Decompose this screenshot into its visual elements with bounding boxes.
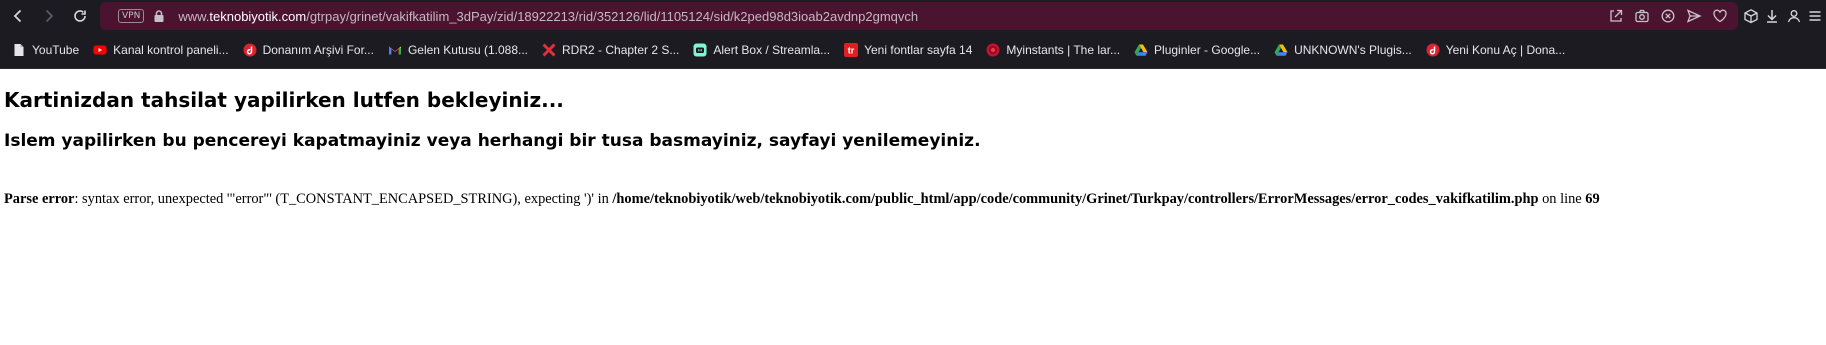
user-icon[interactable] bbox=[1786, 8, 1802, 24]
bookmark-unknown-plugis[interactable]: UNKNOWN's Plugis... bbox=[1268, 37, 1418, 63]
bookmark-gelen-kutusu[interactable]: Gelen Kutusu (1.088... bbox=[382, 37, 534, 63]
warning-heading: Islem yapilirken bu pencereyi kapatmayin… bbox=[4, 131, 981, 151]
rdr2-icon bbox=[542, 42, 556, 57]
bookmark-label: Alert Box / Streamla... bbox=[713, 42, 831, 57]
page-content: Kartinizdan tahsilat yapilirken lutfen b… bbox=[0, 70, 1826, 345]
bookmark-label: Yeni fontlar sayfa 14 bbox=[864, 42, 973, 57]
google-drive-icon bbox=[1134, 43, 1148, 57]
share-icon[interactable] bbox=[1608, 8, 1624, 24]
donanim-arsivi-icon bbox=[243, 43, 257, 57]
file-icon bbox=[12, 43, 26, 57]
toolbar-right bbox=[1740, 0, 1826, 31]
svg-text:tr: tr bbox=[848, 45, 855, 55]
bookmark-label: Gelen Kutusu (1.088... bbox=[407, 42, 529, 57]
bookmark-rdr2[interactable]: RDR2 - Chapter 2 S... bbox=[536, 37, 685, 63]
bookmark-label: Donanım Arşivi For... bbox=[262, 42, 374, 57]
error-message: : syntax error, unexpected '"error"' (T_… bbox=[74, 191, 613, 207]
bookmark-youtube[interactable]: YouTube bbox=[6, 37, 85, 63]
youtube-icon bbox=[93, 43, 107, 57]
wait-heading: Kartinizdan tahsilat yapilirken lutfen b… bbox=[4, 88, 564, 112]
bookmark-label: Myinstants | The lar... bbox=[1006, 42, 1121, 57]
bookmark-label: RDR2 - Chapter 2 S... bbox=[562, 42, 680, 57]
download-icon[interactable] bbox=[1764, 8, 1780, 24]
php-parse-error: Parse error: syntax error, unexpected '"… bbox=[4, 191, 1600, 208]
forward-icon[interactable] bbox=[35, 2, 63, 30]
bookmark-pluginler[interactable]: Pluginler - Google... bbox=[1128, 37, 1266, 63]
google-drive-icon bbox=[1274, 43, 1288, 57]
gmail-icon bbox=[388, 43, 402, 57]
url-prefix: www. bbox=[178, 8, 210, 24]
url-path: /gtrpay/grinet/vakifkatilim_3dPay/zid/18… bbox=[306, 8, 919, 24]
url-actions bbox=[1608, 2, 1728, 30]
error-label: Parse error bbox=[4, 191, 75, 207]
bookmarks-bar: YouTube Kanal kontrol paneli... Donanım … bbox=[0, 31, 1826, 69]
bookmark-donanim-arsivi[interactable]: Donanım Arşivi For... bbox=[237, 37, 380, 63]
bookmark-myinstants[interactable]: Myinstants | The lar... bbox=[980, 37, 1126, 63]
camera-icon[interactable] bbox=[1634, 8, 1650, 24]
close-circle-icon[interactable] bbox=[1660, 8, 1676, 24]
address-bar[interactable]: VPN www.teknobiyotik.com/gtrpay/grinet/v… bbox=[100, 2, 1738, 30]
bookmark-label: YouTube bbox=[32, 42, 80, 57]
back-icon[interactable] bbox=[4, 2, 32, 30]
bookmark-yeni-konu[interactable]: Yeni Konu Aç | Dona... bbox=[1420, 37, 1571, 63]
url-text[interactable]: www.teknobiyotik.com/gtrpay/grinet/vakif… bbox=[178, 9, 918, 24]
myinstants-icon bbox=[986, 43, 1000, 57]
error-file-path: /home/teknobiyotik/web/teknobiyotik.com/… bbox=[612, 191, 1539, 207]
streamlabs-icon bbox=[693, 43, 707, 57]
error-line-number: 69 bbox=[1585, 191, 1600, 207]
error-line-text: on line bbox=[1538, 191, 1586, 207]
browser-toolbar: VPN www.teknobiyotik.com/gtrpay/grinet/v… bbox=[0, 0, 1826, 31]
bookmark-label: Kanal kontrol paneli... bbox=[113, 42, 229, 57]
send-icon[interactable] bbox=[1686, 8, 1702, 24]
bookmark-alert-box[interactable]: Alert Box / Streamla... bbox=[687, 37, 836, 63]
bookmark-kanal-kontrol[interactable]: Kanal kontrol paneli... bbox=[87, 37, 234, 63]
lock-icon[interactable] bbox=[152, 9, 166, 23]
url-domain: teknobiyotik.com bbox=[209, 8, 307, 24]
box-icon[interactable] bbox=[1743, 8, 1759, 24]
reload-icon[interactable] bbox=[66, 2, 94, 30]
bookmark-label: UNKNOWN's Plugis... bbox=[1294, 42, 1412, 57]
donanim-arsivi-icon bbox=[1426, 43, 1440, 57]
bookmark-label: Yeni Konu Aç | Dona... bbox=[1445, 42, 1566, 57]
bookmark-label: Pluginler - Google... bbox=[1154, 42, 1261, 57]
menu-icon[interactable] bbox=[1807, 8, 1823, 24]
tr-icon: tr bbox=[844, 42, 859, 57]
bookmark-yeni-fontlar[interactable]: tr Yeni fontlar sayfa 14 bbox=[838, 37, 978, 63]
vpn-badge[interactable]: VPN bbox=[118, 9, 145, 23]
heart-icon[interactable] bbox=[1712, 8, 1728, 24]
